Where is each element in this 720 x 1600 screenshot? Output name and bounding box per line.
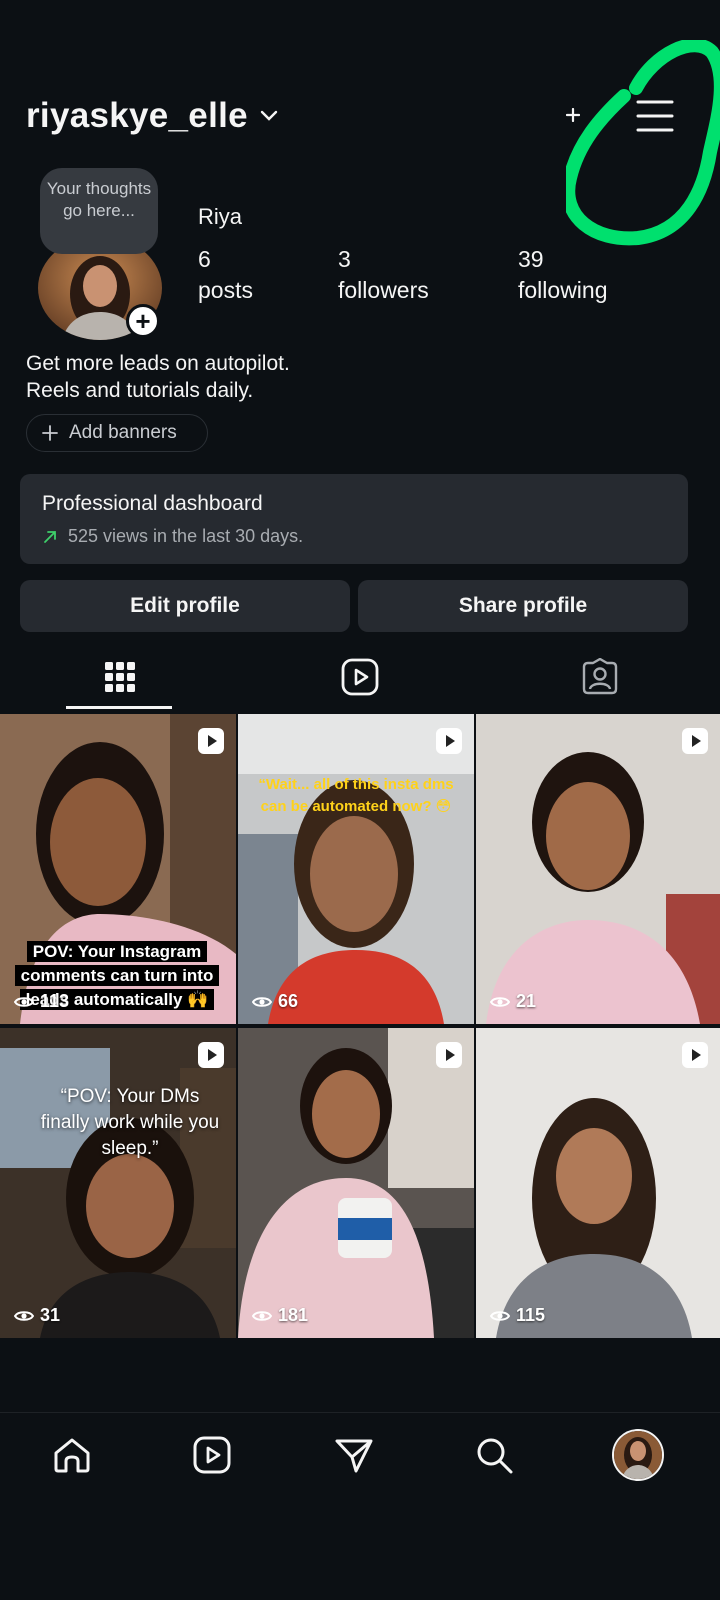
view-count: 115 — [490, 1305, 545, 1326]
add-banners-label: Add banners — [69, 422, 177, 443]
reel-badge-icon — [198, 1042, 224, 1068]
view-count: 181 — [252, 1305, 308, 1326]
stat-followers[interactable]: 3 followers — [338, 244, 429, 306]
reel-thumbnail[interactable]: 21 — [476, 714, 720, 1024]
reel-thumbnail[interactable]: 181 — [238, 1028, 474, 1338]
grid-icon — [105, 662, 135, 692]
create-plus-icon[interactable] — [566, 108, 580, 122]
username-switcher[interactable]: riyaskye_elle — [26, 96, 278, 136]
stat-following[interactable]: 39 following — [518, 244, 608, 306]
reel-thumbnail[interactable]: “POV: Your DMs finally work while you sl… — [0, 1028, 236, 1338]
edit-profile-label: Edit profile — [130, 594, 240, 617]
menu-icon[interactable] — [632, 96, 678, 136]
tagged-icon — [582, 658, 618, 695]
share-profile-label: Share profile — [458, 594, 588, 617]
tab-reels[interactable] — [240, 644, 480, 710]
view-count: 66 — [252, 991, 298, 1012]
eye-icon — [490, 1310, 510, 1321]
nav-messages[interactable] — [332, 1433, 376, 1477]
edit-profile-button[interactable]: Edit profile — [20, 580, 350, 632]
bio-line: Reels and tutorials daily. — [26, 379, 254, 402]
username: riyaskye_elle — [26, 96, 248, 135]
bottom-navigation — [0, 1412, 720, 1502]
view-count: 21 — [490, 991, 536, 1012]
dashboard-views-text: 525 views in the last 30 days. — [68, 526, 304, 546]
share-profile-button[interactable]: Share profile — [358, 580, 688, 632]
home-icon — [54, 1438, 90, 1473]
reel-thumbnail[interactable]: “Wait... all of this insta dms can be au… — [238, 714, 474, 1024]
view-count: 113 — [14, 991, 69, 1012]
nav-profile-avatar[interactable] — [612, 1429, 664, 1481]
plus-icon: + — [135, 306, 151, 336]
trend-up-icon — [44, 530, 56, 543]
add-banners-button[interactable]: Add banners — [26, 414, 208, 452]
reel-badge-icon — [198, 728, 224, 754]
tab-posts-grid[interactable] — [0, 644, 240, 710]
note-placeholder: Your thoughts go here... — [46, 179, 152, 220]
bio-line: Get more leads on autopilot. — [26, 352, 290, 375]
eye-icon — [14, 996, 34, 1007]
add-story-button[interactable]: + — [126, 304, 160, 338]
eye-icon — [14, 1310, 34, 1321]
annotation-circle — [566, 40, 720, 246]
nav-reels[interactable] — [190, 1433, 234, 1477]
dashboard-subtitle: 525 views in the last 30 days. — [42, 526, 666, 547]
nav-home[interactable] — [50, 1433, 94, 1477]
nav-search[interactable] — [472, 1433, 516, 1477]
stat-number: 39 — [518, 246, 544, 272]
plus-icon — [42, 425, 58, 441]
reel-thumbnail[interactable]: 115 — [476, 1028, 720, 1338]
reel-caption: “Wait... all of this insta dms can be au… — [258, 776, 454, 815]
eye-icon — [252, 1310, 272, 1321]
content-tabs — [0, 644, 720, 710]
reel-badge-icon — [436, 1042, 462, 1068]
search-icon — [477, 1438, 513, 1474]
tab-tagged[interactable] — [480, 644, 720, 710]
reel-badge-icon — [436, 728, 462, 754]
professional-dashboard[interactable]: Professional dashboard 525 views in the … — [20, 474, 688, 564]
reels-icon — [193, 1436, 231, 1474]
chevron-down-icon — [260, 110, 278, 121]
stat-number: 3 — [338, 246, 351, 272]
posts-grid: POV: Your Instagram comments can turn in… — [0, 714, 720, 1342]
stat-label: following — [518, 277, 608, 303]
reel-caption: “POV: Your DMs finally work while you sl… — [40, 1086, 220, 1159]
display-name: Riya — [198, 204, 243, 229]
eye-icon — [490, 996, 510, 1007]
reel-badge-icon — [682, 728, 708, 754]
stat-label: posts — [198, 277, 253, 303]
dashboard-title: Professional dashboard — [42, 492, 263, 515]
stat-posts[interactable]: 6 posts — [198, 244, 253, 306]
messages-icon — [335, 1439, 373, 1473]
reels-icon — [341, 658, 379, 696]
note-bubble[interactable]: Your thoughts go here... — [40, 168, 158, 254]
stat-label: followers — [338, 277, 429, 303]
tab-active-indicator — [66, 706, 172, 709]
reel-thumbnail[interactable]: POV: Your Instagram comments can turn in… — [0, 714, 236, 1024]
view-count: 31 — [14, 1305, 60, 1326]
reel-badge-icon — [682, 1042, 708, 1068]
stat-number: 6 — [198, 246, 211, 272]
bio: Get more leads on autopilot. Reels and t… — [26, 350, 290, 404]
eye-icon — [252, 996, 272, 1007]
